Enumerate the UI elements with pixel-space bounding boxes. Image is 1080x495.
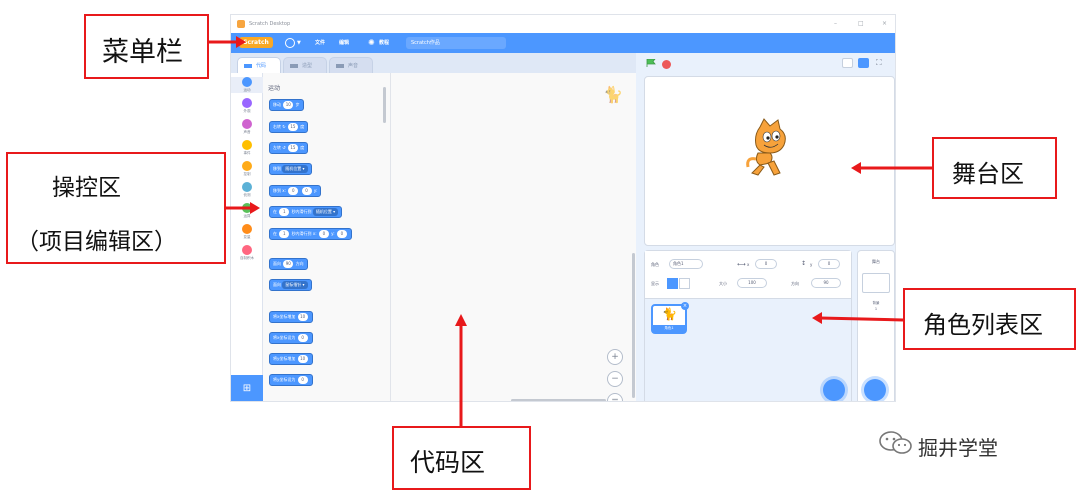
arrow-sprite-list <box>819 316 904 322</box>
wechat-icon <box>879 431 912 454</box>
arrow-control-head <box>250 202 260 214</box>
watermark: 掘井学堂 <box>878 430 998 460</box>
watermark-text: 掘井学堂 <box>918 436 998 460</box>
arrow-menubar-head <box>236 36 246 48</box>
arrow-sprite-list-head <box>812 312 822 324</box>
arrow-code-head <box>455 314 467 326</box>
annotation-arrows <box>209 36 932 426</box>
arrow-stage-head <box>851 162 861 174</box>
